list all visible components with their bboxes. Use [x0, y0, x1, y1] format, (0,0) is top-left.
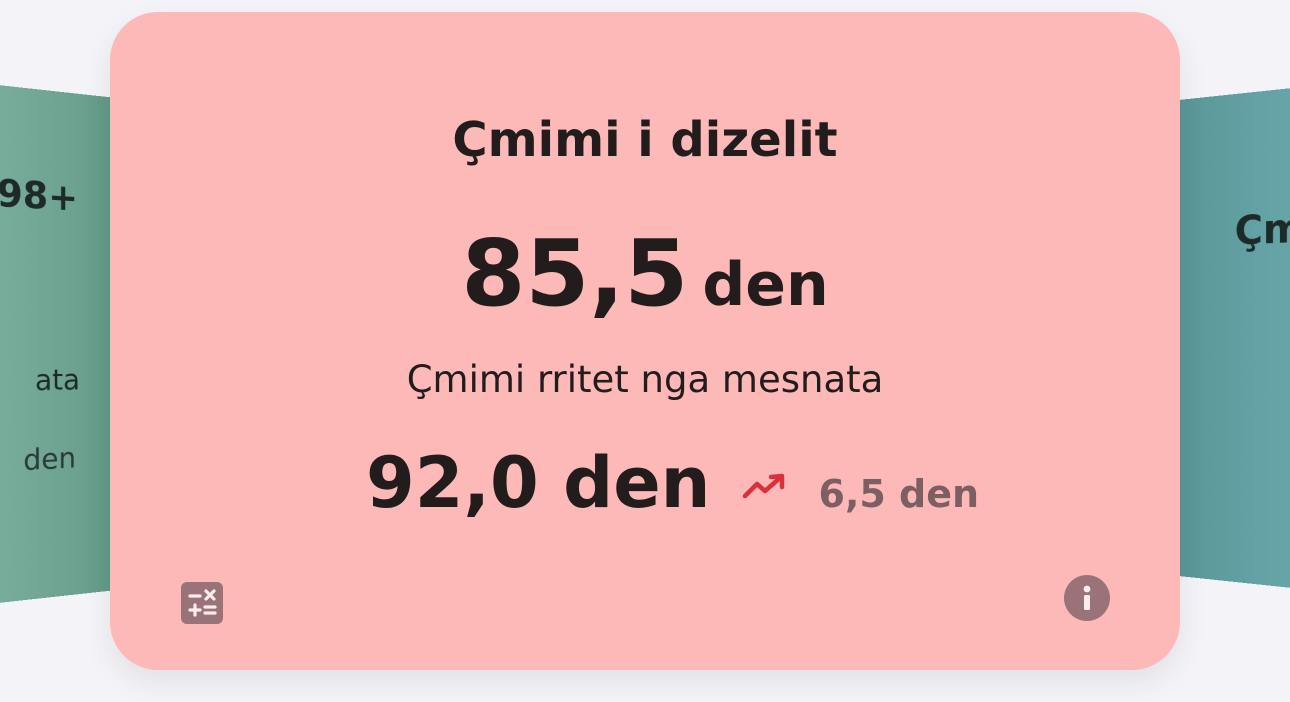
info-button[interactable]: [1064, 575, 1110, 621]
next-price: 92,0 den: [366, 442, 711, 524]
trending-up-icon: [742, 473, 784, 499]
price-change-amount: 6,5 den: [818, 472, 980, 516]
calculator-button[interactable]: [181, 582, 223, 624]
diesel-price-card: Çmimi i dizelit 85,5 den Çmimi rritet nga…: [110, 12, 1180, 670]
card-title: Çmimi i dizelit: [452, 112, 838, 168]
calculator-icon: [188, 589, 217, 617]
current-price-value: 85,5: [461, 220, 689, 327]
next-price-row: 92,0 den 6,5 den: [366, 442, 979, 524]
current-price: 85,5 den: [110, 220, 1180, 327]
current-price-unit: den: [702, 250, 829, 320]
left-card-price: 98+: [0, 171, 78, 220]
info-icon: [1083, 585, 1091, 610]
left-card-next-price: den: [23, 440, 76, 478]
right-card-title: Çm: [1234, 204, 1290, 254]
price-change-notice: Çmimi rritet nga mesnata: [406, 358, 884, 401]
left-card-subtitle: ata: [34, 362, 80, 398]
